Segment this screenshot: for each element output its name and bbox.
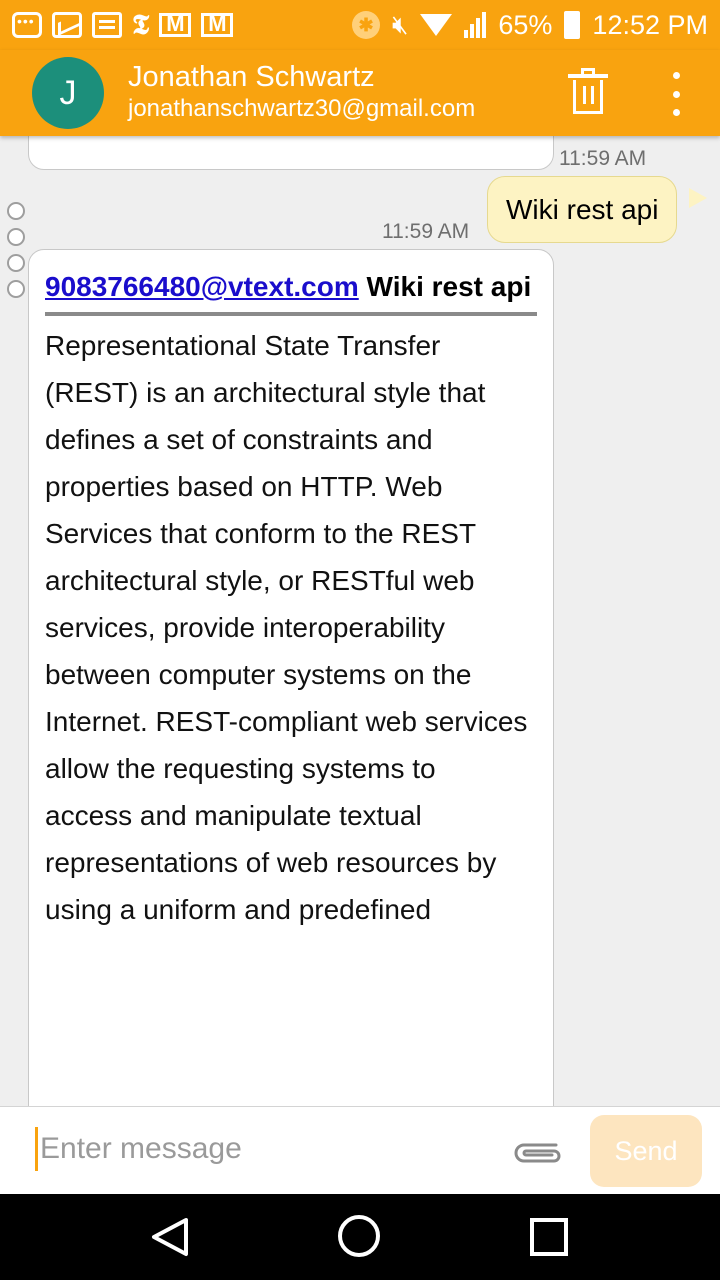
received-message-bubble[interactable]: 9083766480@vtext.com Wiki rest api Repre…	[28, 249, 554, 1106]
received-message-subject: Wiki rest api	[358, 271, 532, 302]
body-line: defines a set of constraints and propert…	[45, 424, 528, 784]
signal-icon	[464, 12, 487, 38]
selection-circle[interactable]	[7, 228, 25, 246]
gmail-notification-icon-2	[201, 11, 234, 37]
contact-email: jonathanschwartz30@gmail.com	[128, 95, 476, 122]
sender-address-link[interactable]: 9083766480@vtext.com	[45, 271, 359, 302]
message-input[interactable]	[40, 1125, 480, 1173]
system-icons: ✱ 🔇︎ 65% 12:52 PM	[351, 9, 708, 41]
navigation-bar	[0, 1194, 720, 1280]
send-button[interactable]: Send	[590, 1115, 702, 1187]
selection-circles	[7, 202, 25, 298]
input-caret	[35, 1127, 38, 1171]
trash-icon[interactable]	[568, 68, 608, 114]
selection-circle[interactable]	[7, 280, 25, 298]
nav-home-icon[interactable]	[338, 1215, 380, 1257]
nyt-notification-icon: 𝕿	[132, 8, 150, 41]
sent-message-bubble[interactable]: Wiki rest api	[487, 176, 678, 243]
sent-bubble-tail	[689, 188, 707, 208]
received-message-body: Representational State Transfer (REST) i…	[45, 322, 537, 933]
battery-icon	[564, 11, 581, 39]
status-bar: 𝕿 ✱ 🔇︎ 65% 12:52 PM	[0, 0, 720, 50]
notification-icons: 𝕿	[12, 8, 234, 42]
contact-info[interactable]: Jonathan Schwartz jonathanschwartz30@gma…	[128, 60, 475, 124]
bluetooth-icon: ✱	[351, 11, 380, 39]
selection-circle[interactable]	[7, 202, 25, 220]
chart-notification-icon	[52, 12, 82, 38]
app-bar: J Jonathan Schwartz jonathanschwartz30@g…	[0, 50, 720, 136]
attach-icon[interactable]	[510, 1137, 566, 1165]
overflow-menu-icon[interactable]	[666, 72, 686, 116]
message-notification-icon	[92, 12, 122, 38]
body-line: access and manipulate textual representa…	[45, 800, 497, 878]
chat-notification-icon	[12, 12, 42, 38]
message-timestamp: 11:59 AM	[559, 147, 647, 170]
battery-percent: 65%	[498, 9, 553, 40]
avatar[interactable]: J	[32, 57, 104, 129]
conversation[interactable]: 11:59 AM Wiki rest api 11:59 AM 90837664…	[0, 136, 720, 1106]
gmail-notification-icon	[159, 11, 192, 37]
sent-message-timestamp: 11:59 AM	[382, 220, 470, 243]
mute-icon: 🔇︎	[391, 9, 409, 39]
message-composer: Send	[0, 1106, 720, 1194]
previous-message-bubble[interactable]	[28, 136, 554, 170]
wifi-icon	[420, 14, 453, 36]
contact-name: Jonathan Schwartz	[128, 61, 375, 93]
nav-recents-icon[interactable]	[530, 1218, 568, 1256]
selection-circle[interactable]	[7, 254, 25, 272]
body-line: Representational State Transfer (REST) i…	[45, 330, 486, 408]
received-message-header: 9083766480@vtext.com Wiki rest api	[45, 264, 537, 316]
nav-back-icon[interactable]	[150, 1216, 190, 1258]
clock: 12:52 PM	[592, 9, 708, 40]
body-line: using a uniform and predefined	[45, 894, 432, 925]
